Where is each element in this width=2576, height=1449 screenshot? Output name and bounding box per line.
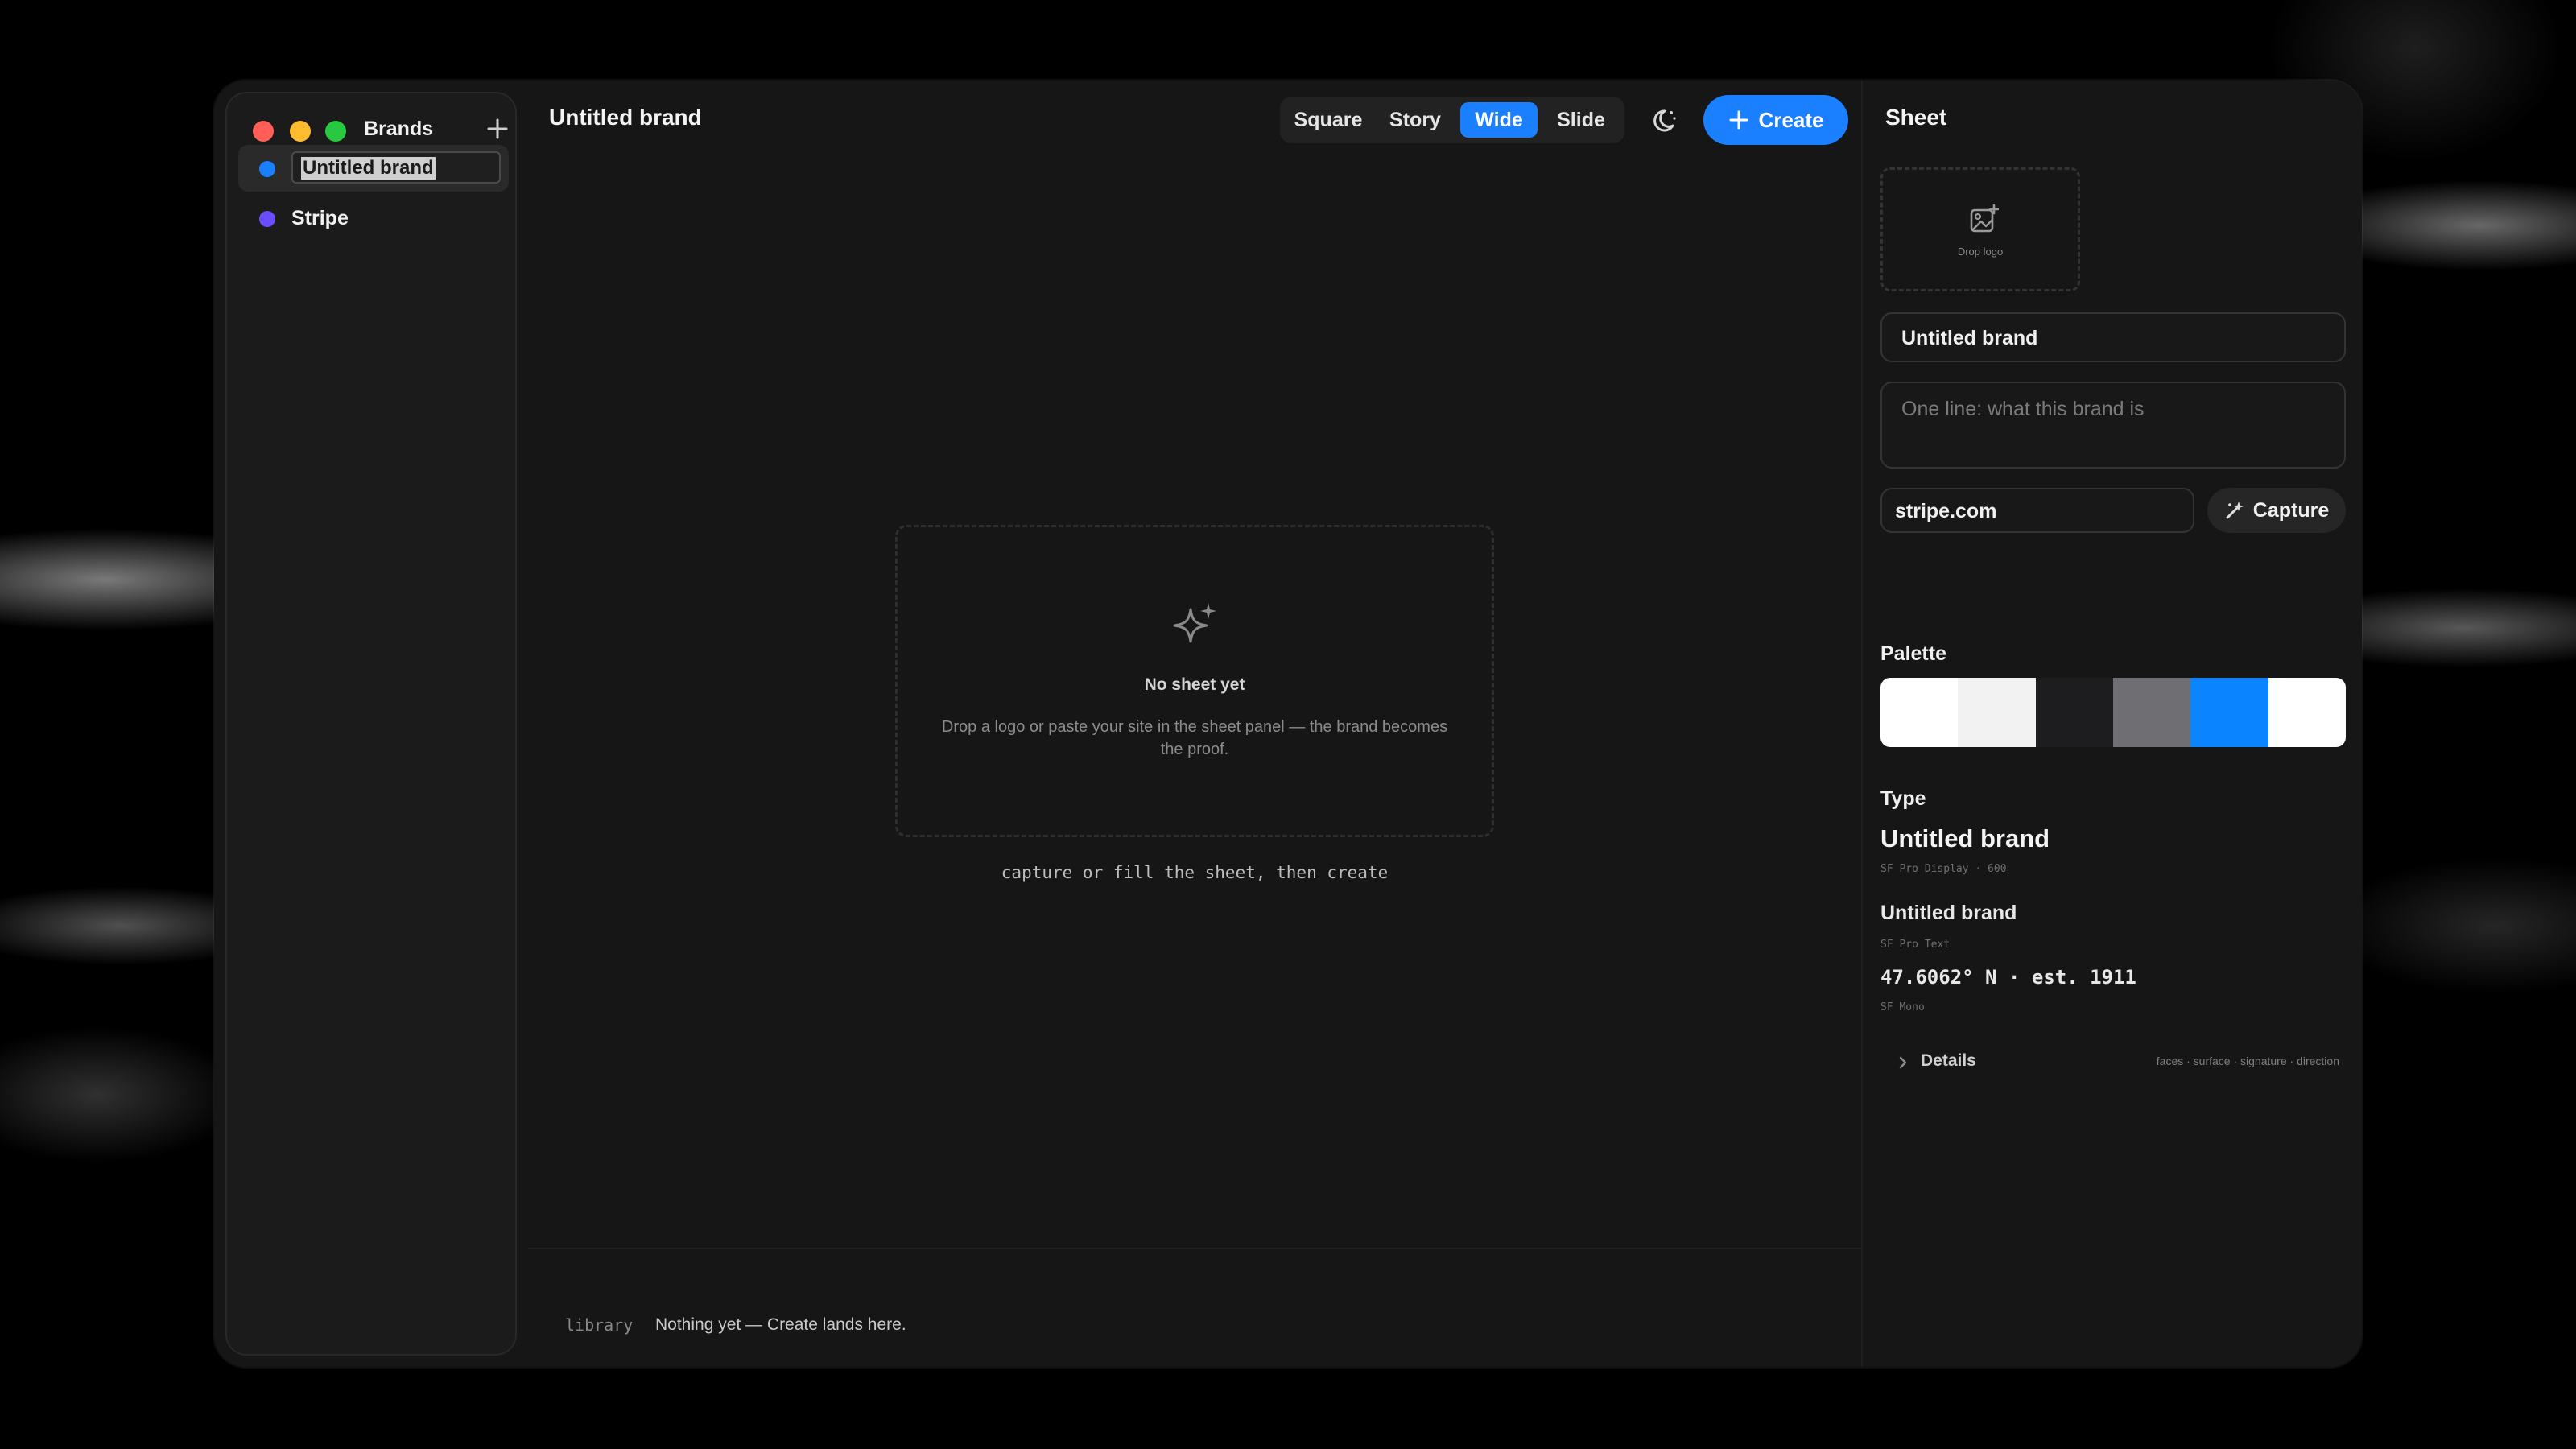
palette-swatch[interactable]: [2112, 678, 2191, 747]
palette-label: Palette: [1880, 642, 1946, 665]
site-url-field[interactable]: stripe.com: [1880, 488, 2194, 533]
type-display-caption: SF Pro Display · 600: [1880, 863, 2007, 875]
palette-swatches: [1880, 678, 2346, 747]
palette-swatch[interactable]: [2268, 678, 2346, 747]
sheet-panel-title: Sheet: [1885, 105, 1947, 130]
details-summary: faces · surface · signature · direction: [2156, 1055, 2339, 1067]
create-button-label: Create: [1758, 107, 1824, 132]
capture-button[interactable]: Capture: [2207, 488, 2346, 533]
brand-color-dot: [259, 161, 275, 177]
plus-icon: [1729, 110, 1748, 130]
type-text-sample: Untitled brand: [1880, 902, 2017, 924]
logo-dropzone[interactable]: Drop logo: [1880, 167, 2080, 291]
format-square-button[interactable]: Square: [1286, 102, 1370, 138]
palette-swatch[interactable]: [2035, 678, 2113, 747]
library-empty-text: Nothing yet — Create lands here.: [655, 1315, 906, 1334]
add-image-icon: [1970, 204, 1999, 233]
library-divider: [528, 1248, 1861, 1249]
palette-swatch[interactable]: [1958, 678, 2036, 747]
sparkle-icon: [1173, 603, 1216, 643]
panel-divider: [1861, 80, 1863, 1367]
page-title: Untitled brand: [549, 105, 702, 130]
type-label: Type: [1880, 787, 1926, 810]
palette-swatch[interactable]: [1880, 678, 1959, 747]
brand-description-field[interactable]: One line: what this brand is: [1880, 382, 2346, 469]
type-mono-sample: 47.6062° N · est. 1911: [1880, 966, 2136, 989]
create-button[interactable]: Create: [1703, 95, 1848, 145]
zoom-window-button[interactable]: [325, 121, 346, 142]
format-segmented-control: Square Story Wide Slide: [1280, 97, 1624, 143]
workflow-hint: capture or fill the sheet, then create: [1001, 863, 1389, 882]
close-window-button[interactable]: [253, 121, 274, 142]
brand-label: Stripe: [291, 207, 349, 229]
details-toggle[interactable]: Details: [1921, 1051, 1976, 1071]
capture-button-label: Capture: [2252, 498, 2330, 522]
sidebar-title: Brands: [364, 118, 434, 140]
site-url-value: stripe.com: [1895, 500, 1997, 522]
type-display-sample: Untitled brand: [1880, 824, 2050, 852]
format-wide-button[interactable]: Wide: [1460, 102, 1538, 138]
format-story-button[interactable]: Story: [1377, 102, 1454, 138]
palette-swatch[interactable]: [2190, 678, 2268, 747]
magic-wand-icon: [2226, 502, 2244, 519]
brand-item-untitled[interactable]: Untitled brand: [238, 145, 509, 192]
library-label: library: [565, 1315, 634, 1335]
brand-rename-input[interactable]: Untitled brand: [291, 151, 501, 184]
brand-item-stripe[interactable]: Stripe: [238, 195, 509, 242]
brands-sidebar: Brands Untitled brand Stripe: [225, 92, 517, 1356]
brand-name-field[interactable]: Untitled brand: [1880, 312, 2346, 362]
type-mono-caption: SF Mono: [1880, 1001, 1925, 1013]
brand-name-value: Untitled brand: [1901, 327, 2038, 349]
brand-description-placeholder: One line: what this brand is: [1901, 398, 2145, 420]
format-slide-button[interactable]: Slide: [1542, 102, 1620, 138]
empty-state-description: Drop a logo or paste your site in the sh…: [941, 718, 1448, 758]
app-window: Brands Untitled brand Stripe Untitled br…: [214, 80, 2362, 1367]
brand-rename-text: Untitled brand: [301, 157, 436, 180]
empty-state-title: No sheet yet: [1144, 675, 1245, 694]
minimize-window-button[interactable]: [290, 121, 311, 142]
theme-toggle-icon[interactable]: [1647, 105, 1679, 137]
add-brand-icon[interactable]: [485, 116, 510, 142]
brand-color-dot: [259, 211, 275, 227]
type-text-caption: SF Pro Text: [1880, 939, 1951, 951]
logo-dropzone-label: Drop logo: [1957, 246, 2004, 258]
chevron-right-icon[interactable]: [1897, 1055, 1909, 1071]
empty-sheet-dropzone[interactable]: No sheet yet Drop a logo or paste your s…: [895, 525, 1494, 837]
